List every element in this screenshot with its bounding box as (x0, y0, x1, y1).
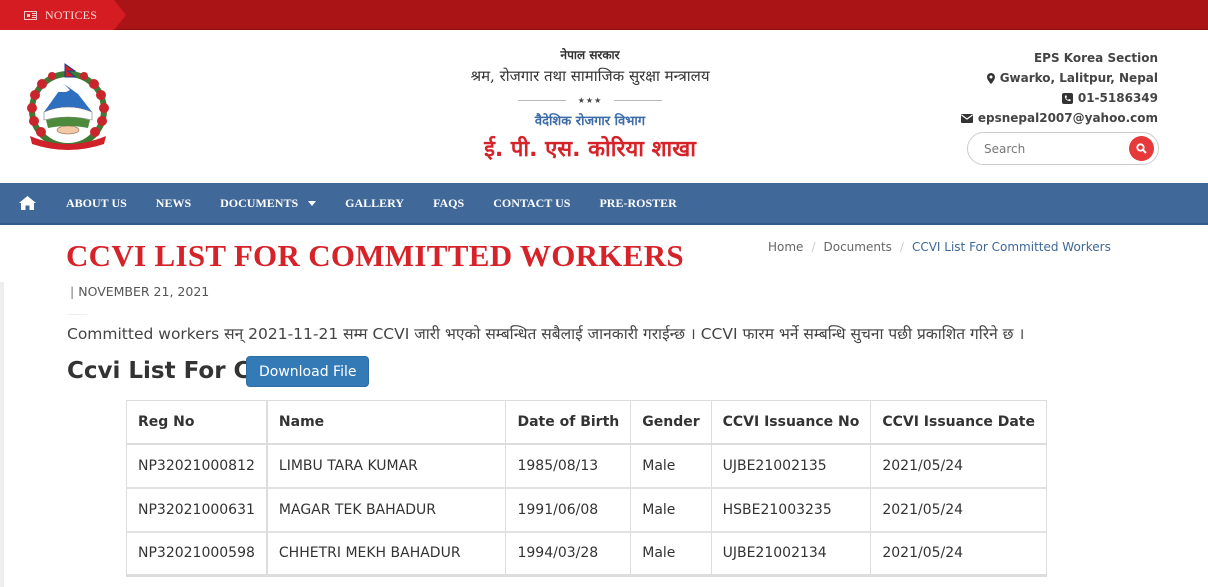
header-dob: Date of Birth (505, 400, 632, 445)
nav-label: GALLERY (345, 195, 405, 210)
cell-ccvi-date: 2021/05/24 (870, 486, 1047, 532)
breadcrumb: Home / Documents / CCVI List For Committ… (768, 240, 1111, 254)
header-gender: Gender (630, 400, 712, 445)
phone-square-icon (1061, 92, 1073, 104)
ccvi-table: Reg No Name Date of Birth Gender CCVI Is… (125, 400, 1047, 577)
nav-label: FAQS (433, 195, 465, 210)
cell-name: LIMBU TARA KUMAR (266, 442, 507, 488)
main-nav: ABOUT US NEWS DOCUMENTS GALLERY FAQS CON… (0, 183, 1208, 225)
cell-reg-no: NP32021000812 (125, 442, 268, 488)
table-header-row: Reg No Name Date of Birth Gender CCVI Is… (125, 400, 1047, 445)
caret-down-icon (308, 200, 317, 206)
notices-tab[interactable]: NOTICES (0, 0, 126, 30)
nav-label: ABOUT US (66, 195, 127, 210)
cell-reg-no: NP32021000631 (125, 486, 268, 532)
breadcrumb-home[interactable]: Home (768, 240, 803, 254)
cell-dob: 1991/06/08 (505, 486, 632, 532)
nepal-emblem-logo[interactable] (22, 62, 114, 152)
breadcrumb-separator: / (811, 240, 816, 254)
nav-label: NEWS (155, 195, 192, 210)
table-row: NP32021000598 CHHETRI MEKH BAHADUR 1994/… (125, 530, 1047, 577)
page-title: CCVI LIST FOR COMMITTED WORKERS (66, 238, 684, 273)
header-name: Name (266, 400, 507, 445)
search-box (967, 132, 1159, 165)
breadcrumb-documents[interactable]: Documents (823, 240, 891, 254)
cell-reg-no: NP32021000598 (125, 530, 268, 577)
stars-ornament: ★★★ (577, 96, 603, 105)
cell-dob: 1985/08/13 (505, 442, 632, 488)
newspaper-icon (24, 10, 37, 20)
header-divider: ★★★ (420, 96, 760, 105)
branch-name: ई. पी. एस. कोरिया शाखा (484, 137, 696, 162)
notices-label: NOTICES (45, 7, 98, 22)
breadcrumb-current: CCVI List For Committed Workers (911, 240, 1111, 254)
nav-pre-roster[interactable]: PRE-ROSTER (599, 196, 676, 211)
table-row: NP32021000812 LIMBU TARA KUMAR 1985/08/1… (125, 442, 1047, 488)
notice-bar: NOTICES (0, 0, 1208, 30)
cell-ccvi-no: UJBE21002135 (710, 442, 872, 488)
handshake (56, 125, 80, 135)
address: Gwarko, Lalitpur, Nepal (999, 71, 1158, 85)
search-icon (1136, 143, 1147, 154)
search-button[interactable] (1129, 136, 1154, 161)
divider-line (517, 100, 566, 101)
header-ccvi-date: CCVI Issuance Date (870, 400, 1047, 445)
cell-dob: 1994/03/28 (505, 530, 632, 577)
cell-name: MAGAR TEK BAHADUR (266, 486, 507, 532)
phone-number[interactable]: 01-5186349 (1078, 88, 1158, 108)
header-center: नेपाल सरकार श्रम, रोजगार तथा सामाजिक सुर… (420, 46, 760, 163)
office-name: EPS Korea Section (1033, 51, 1158, 65)
search-input[interactable] (984, 141, 1119, 156)
nav-contact-us[interactable]: CONTACT US (493, 196, 570, 211)
divider-line (614, 100, 663, 101)
cell-gender: Male (630, 486, 712, 532)
post-date: | NOVEMBER 21, 2021 (70, 284, 209, 299)
cell-gender: Male (630, 530, 712, 577)
header-ccvi-no: CCVI Issuance No (710, 400, 872, 445)
date-separator: | (70, 284, 75, 299)
date-divider (67, 314, 87, 315)
map-marker-icon (986, 72, 995, 84)
header-reg-no: Reg No (125, 400, 268, 445)
nav-documents[interactable]: DOCUMENTS (220, 195, 317, 211)
government-name: नेपाल सरकार (560, 48, 620, 62)
breadcrumb-separator: / (899, 240, 904, 254)
cell-ccvi-date: 2021/05/24 (870, 530, 1047, 577)
left-edge-band (0, 282, 4, 587)
date-text: NOVEMBER 21, 2021 (78, 284, 210, 299)
cell-ccvi-no: UJBE21002134 (710, 530, 872, 577)
home-icon (18, 196, 36, 210)
nav-news[interactable]: NEWS (156, 196, 191, 211)
section-title: Ccvi List For Cw (67, 358, 272, 384)
cell-ccvi-date: 2021/05/24 (870, 442, 1047, 488)
intro-text: Committed workers सन् 2021-11-21 सम्म CC… (67, 325, 1025, 343)
nav-faqs[interactable]: FAQS (433, 196, 464, 211)
nav-label: CONTACT US (493, 195, 571, 210)
cell-ccvi-no: HSBE21003235 (710, 486, 872, 532)
email-link[interactable]: epsnepal2007@yahoo.com (978, 108, 1158, 128)
cell-gender: Male (630, 442, 712, 488)
cell-name: CHHETRI MEKH BAHADUR (266, 530, 507, 577)
nav-about-us[interactable]: ABOUT US (66, 196, 127, 211)
ministry-name: श्रम, रोजगार तथा सामाजिक सुरक्षा मन्त्रा… (470, 67, 710, 85)
nav-home[interactable] (18, 194, 36, 212)
envelope-icon (960, 113, 973, 123)
nav-label: PRE-ROSTER (599, 195, 677, 210)
contact-info: EPS Korea Section Gwarko, Lalitpur, Nepa… (960, 48, 1158, 128)
nav-gallery[interactable]: GALLERY (345, 196, 404, 211)
department-name: वैदेशिक रोजगार विभाग (534, 114, 646, 129)
table-row: NP32021000631 MAGAR TEK BAHADUR 1991/06/… (125, 486, 1047, 532)
nav-label: DOCUMENTS (220, 195, 299, 210)
download-file-button[interactable]: Download File (246, 356, 370, 387)
